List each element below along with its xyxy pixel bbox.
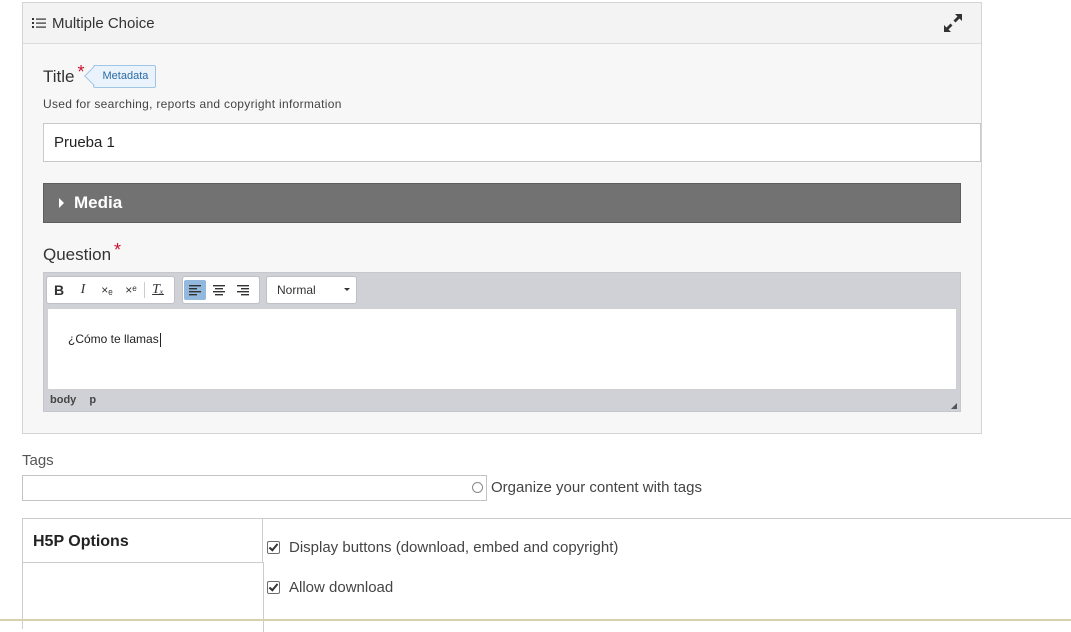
list-icon — [32, 18, 46, 28]
question-field-label-row: Question * — [43, 240, 121, 265]
align-right-icon — [237, 284, 249, 295]
media-label: Media — [74, 193, 123, 212]
editor-header: Multiple Choice — [23, 3, 981, 44]
tab-h5p-options[interactable]: H5P Options — [23, 519, 263, 563]
title-field-label-row: Title * Metadata — [43, 62, 157, 88]
multiple-choice-editor: Multiple Choice Title * Metadata Used fo… — [22, 2, 982, 434]
required-asterisk: * — [114, 240, 122, 260]
h5p-options-panel: H5P Options — [22, 518, 1071, 632]
question-label: Question — [43, 244, 112, 264]
option-display-buttons[interactable]: Display buttons (download, embed and cop… — [267, 539, 618, 556]
remove-format-button[interactable]: Tₓ — [147, 280, 169, 300]
text-caret — [159, 332, 161, 347]
checkbox-checked[interactable] — [267, 541, 280, 554]
tags-hint: Organize your content with tags — [491, 479, 702, 496]
question-editor-area[interactable]: ¿Cómo te llamas — [47, 308, 957, 390]
superscript-button[interactable]: ×ᵉ — [120, 280, 142, 300]
bold-button[interactable]: B — [48, 280, 70, 300]
tags-label: Tags — [22, 452, 54, 469]
alignment-toolbar — [182, 276, 260, 304]
tab-label: H5P Options — [33, 533, 129, 550]
subscript-button[interactable]: ×ₑ — [96, 280, 118, 300]
title-label: Title — [43, 66, 75, 86]
format-select-value: Normal — [277, 283, 316, 297]
chevron-down-icon — [344, 288, 350, 291]
divider — [263, 562, 264, 632]
tags-input[interactable] — [22, 475, 487, 501]
checkbox-checked[interactable] — [267, 581, 280, 594]
align-center-button[interactable] — [208, 280, 230, 300]
align-left-icon — [189, 284, 201, 295]
required-asterisk: * — [77, 62, 85, 82]
path-body[interactable]: body — [50, 394, 76, 406]
option-label: Display buttons (download, embed and cop… — [289, 539, 619, 556]
media-collapsible[interactable]: Media — [43, 183, 961, 223]
align-left-button[interactable] — [184, 280, 206, 300]
title-description: Used for searching, reports and copyrigh… — [43, 97, 342, 111]
toolbar-separator — [144, 282, 145, 298]
question-content: ¿Cómo te llamas — [68, 332, 159, 346]
metadata-button[interactable]: Metadata — [92, 65, 157, 88]
option-allow-download[interactable]: Allow download — [267, 579, 393, 596]
expand-icon[interactable] — [943, 13, 963, 33]
editor-title: Multiple Choice — [52, 14, 155, 32]
title-input[interactable] — [43, 123, 981, 162]
resize-handle-icon[interactable] — [951, 403, 957, 409]
basic-styles-toolbar: B I ×ₑ ×ᵉ Tₓ — [46, 276, 175, 304]
question-text: ¿Cómo te llamas — [68, 332, 161, 347]
italic-button[interactable]: I — [72, 280, 94, 300]
metadata-label: Metadata — [102, 70, 149, 82]
align-center-icon — [213, 284, 225, 295]
element-path: body p — [50, 394, 106, 406]
path-p[interactable]: p — [89, 394, 96, 406]
align-right-button[interactable] — [232, 280, 254, 300]
option-label: Allow download — [289, 579, 394, 596]
format-select[interactable]: Normal — [266, 276, 357, 304]
rich-text-editor: B I ×ₑ ×ᵉ Tₓ Normal ¿Cómo te llamas body… — [43, 272, 961, 412]
caret-right-icon — [59, 198, 64, 208]
circle-icon — [472, 482, 483, 493]
